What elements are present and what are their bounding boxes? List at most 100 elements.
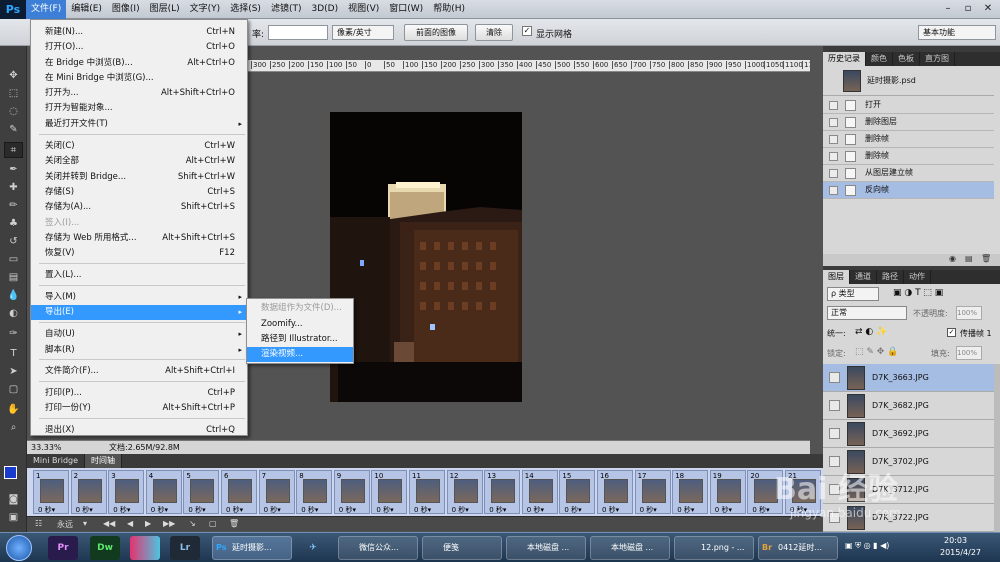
tab-timeline[interactable]: 时间轴 [85, 454, 123, 468]
timeline-frame[interactable]: 10 0 秒▾ [371, 470, 408, 514]
timeline-frame[interactable]: 90 秒▾ [333, 470, 370, 515]
timeline-frame[interactable]: 14 0 秒▾ [521, 470, 558, 515]
file-menu-item[interactable]: 存储为 Web 所用格式... Alt+Shift+Ctrl+S [31, 231, 247, 246]
layers-scrollbar[interactable] [994, 364, 1000, 532]
layer-row[interactable]: D7K_3712.JPG [823, 476, 994, 504]
timeline-frame[interactable]: 12 0 秒▾ [446, 470, 483, 514]
file-menu-item[interactable]: 打印一份(Y) Alt+Shift+Ctrl+P [31, 401, 247, 416]
convert-icon[interactable]: ☷ [35, 519, 42, 528]
first-frame-icon[interactable]: ◀◀ [103, 519, 115, 528]
frame-delay-select[interactable]: 0 秒▾ [640, 505, 657, 515]
system-tray-icons[interactable]: ▣ ⛨ ◎ ▮ ◀) [845, 541, 935, 555]
dodge-tool-icon[interactable]: ◐ [4, 306, 23, 322]
eye-icon[interactable] [829, 428, 840, 439]
timeline-frame[interactable]: 18 0 秒▾ [672, 470, 709, 514]
crop-tool-icon[interactable]: ⌗ [4, 142, 23, 158]
menu-file[interactable]: 文件(F) [26, 0, 67, 19]
history-source-checkbox[interactable] [829, 135, 838, 144]
layer-row[interactable]: D7K_3663.JPG [823, 364, 994, 392]
frame-delay-select[interactable]: 0 秒▾ [339, 505, 356, 515]
eye-icon[interactable] [829, 400, 840, 411]
clone-stamp-tool-icon[interactable]: ♣ [4, 216, 23, 232]
eye-icon[interactable] [829, 372, 840, 383]
bird-app-icon[interactable]: ✈ [298, 536, 328, 560]
shape-tool-icon[interactable]: ▢ [4, 382, 23, 398]
history-item[interactable]: 打开 [823, 97, 994, 114]
tab-swatches[interactable]: 色板 [893, 52, 920, 66]
frame-delay-select[interactable]: 0 秒▾ [790, 505, 807, 515]
export-paths-illustrator-item[interactable]: 路径到 Illustrator... [247, 332, 353, 347]
blend-mode-select[interactable]: 正常 [827, 306, 907, 320]
timeline-frame[interactable]: 20 秒▾ [70, 470, 107, 515]
hand-tool-icon[interactable]: ✋ [4, 402, 23, 418]
frame-delay-select[interactable]: 0 秒▾ [752, 505, 769, 515]
screen-mode-icon[interactable]: ▣ [4, 510, 23, 526]
lock-icons[interactable]: ⬚ ✎ ✥ 🔒 [855, 347, 898, 357]
frame-delay-select[interactable]: 0 秒▾ [602, 505, 619, 515]
history-source-checkbox[interactable] [829, 169, 838, 178]
timeline-frame[interactable]: 11 0 秒▾ [409, 470, 445, 514]
restore-icon[interactable]: ▫ [958, 2, 978, 16]
move-tool-icon[interactable]: ✥ [4, 68, 23, 84]
quick-select-tool-icon[interactable]: ✎ [4, 122, 23, 138]
lightroom-icon[interactable]: Lr [170, 536, 200, 560]
eye-icon[interactable] [829, 484, 840, 495]
close-icon[interactable]: ✕ [978, 2, 998, 16]
timeline-frame[interactable]: 16 0 秒▾ [597, 470, 633, 514]
start-button-icon[interactable] [6, 535, 32, 561]
frame-delay-select[interactable]: 0 秒▾ [414, 505, 431, 515]
frame-delay-select[interactable]: 0 秒▾ [527, 505, 544, 515]
file-menu-item[interactable]: 存储(S) Ctrl+S [31, 185, 247, 200]
frame-delay-select[interactable]: 0 秒▾ [226, 505, 243, 515]
history-item[interactable]: 删除图层 [823, 114, 994, 131]
taskbar-disk-1[interactable]: 本地磁盘 ... [506, 536, 586, 560]
file-menu-item[interactable]: 导入(M) ▸ [31, 290, 247, 305]
brush-tool-icon[interactable]: ✏ [4, 198, 23, 214]
clock-time[interactable]: 20:03 [944, 536, 967, 545]
menu-3d[interactable]: 3D(D) [306, 0, 343, 19]
layer-row[interactable]: D7K_3722.JPG [823, 504, 994, 532]
history-source-checkbox[interactable] [829, 186, 838, 195]
layer-row[interactable]: D7K_3702.JPG [823, 448, 994, 476]
history-brush-tool-icon[interactable]: ↺ [4, 234, 23, 250]
eraser-tool-icon[interactable]: ▭ [4, 252, 23, 268]
file-menu-item[interactable]: 恢复(V) F12 [31, 246, 247, 261]
menu-image[interactable]: 图像(I) [107, 0, 145, 19]
duplicate-frame-icon[interactable]: ▢ [209, 519, 217, 528]
taskbar-paint[interactable]: 12.png - ... [674, 536, 754, 560]
pen-tool-icon[interactable]: ✑ [4, 326, 23, 342]
menu-filter[interactable]: 滤镜(T) [266, 0, 307, 19]
tab-paths[interactable]: 路径 [877, 270, 904, 284]
layer-kind-select[interactable]: ρ 类型 [827, 287, 879, 301]
timeline-frame[interactable]: 50 秒▾ [183, 470, 220, 514]
tween-icon[interactable]: ↘ [189, 519, 196, 528]
tab-mini-bridge[interactable]: Mini Bridge [27, 454, 86, 468]
timeline-frame[interactable]: 15 0 秒▾ [559, 470, 596, 514]
history-source-checkbox[interactable] [829, 118, 838, 127]
timeline-frame[interactable]: 80 秒▾ [296, 470, 333, 514]
timeline-frame[interactable]: 17 0 秒▾ [634, 470, 671, 515]
path-select-tool-icon[interactable]: ➤ [4, 364, 23, 380]
app-icon[interactable] [130, 536, 160, 560]
prev-frame-icon[interactable]: ◀ [127, 519, 133, 528]
file-menu-item[interactable]: 在 Mini Bridge 中浏览(G)... [31, 71, 247, 86]
layer-row[interactable]: D7K_3692.JPG [823, 420, 994, 448]
taskbar-notes[interactable]: 便笺 [422, 536, 502, 560]
frame-delay-select[interactable]: 0 秒▾ [113, 505, 130, 515]
taskbar-bridge[interactable]: Br 0412延时... [758, 536, 838, 560]
file-menu-item[interactable]: 在 Bridge 中浏览(B)... Alt+Ctrl+O [31, 56, 247, 71]
delete-frame-icon[interactable]: 🗑 [229, 519, 239, 528]
taskbar-disk-2[interactable]: 本地磁盘 ... [590, 536, 670, 560]
menu-view[interactable]: 视图(V) [343, 0, 384, 19]
eye-icon[interactable] [829, 512, 840, 523]
unit-select[interactable]: 像素/英寸 [332, 25, 394, 40]
trash-icon[interactable]: 🗑 [981, 254, 991, 263]
layer-row[interactable]: D7K_3682.JPG [823, 392, 994, 420]
timeline-frame[interactable]: 19 0 秒▾ [709, 470, 746, 514]
file-menu-item[interactable]: 关闭(C) Ctrl+W [31, 139, 247, 154]
tab-layers[interactable]: 图层 [823, 270, 850, 284]
clock-date[interactable]: 2015/4/27 [940, 548, 981, 557]
frame-delay-select[interactable]: 0 秒▾ [76, 505, 93, 515]
filter-icons[interactable]: ▣ ◑ T ⬚ ▣ [893, 288, 943, 298]
file-menu-item[interactable]: 存储为(A)... Shift+Ctrl+S [31, 200, 247, 215]
